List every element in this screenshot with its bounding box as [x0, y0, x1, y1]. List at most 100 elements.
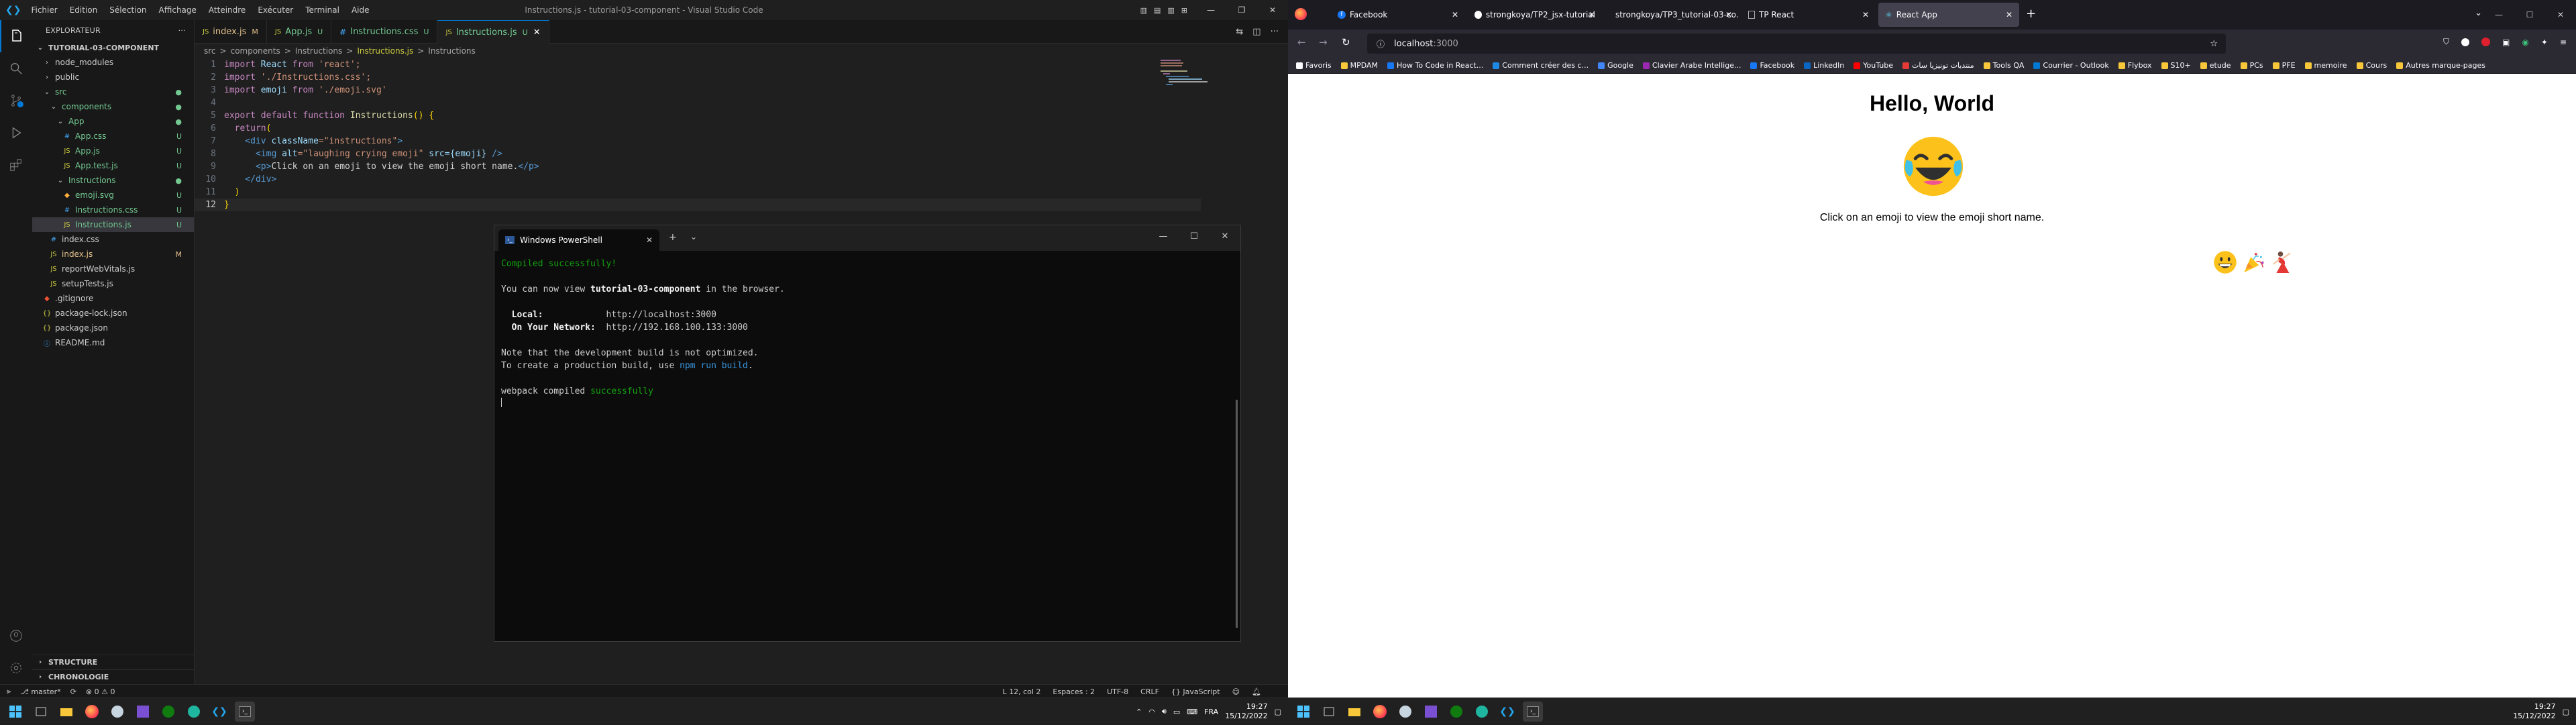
- clock[interactable]: 19:27 15/12/2022: [1225, 702, 1267, 721]
- bookmark-item[interactable]: منتديات تونيزيا سات: [1902, 61, 1974, 70]
- bookmark-item[interactable]: Courrier - Outlook: [2033, 61, 2109, 70]
- close-tab-icon[interactable]: ✕: [1862, 10, 1869, 19]
- indentation[interactable]: Espaces : 2: [1053, 687, 1095, 696]
- file-explorer-icon[interactable]: [56, 702, 76, 722]
- windows-start-icon[interactable]: [1293, 702, 1313, 722]
- list-all-tabs-icon[interactable]: ⌄: [2475, 8, 2482, 18]
- bookmark-item[interactable]: MPDAM: [1340, 61, 1378, 70]
- split-editor-icon[interactable]: ◫: [1252, 27, 1260, 37]
- run-debug-icon[interactable]: [0, 117, 32, 149]
- breadcrumb-symbol[interactable]: Instructions: [428, 46, 475, 56]
- tree-item[interactable]: JS App.js U: [32, 144, 194, 158]
- search-icon[interactable]: [0, 52, 32, 85]
- terminal-taskbar-icon[interactable]: ›_: [235, 702, 255, 722]
- more-actions-icon[interactable]: ···: [1271, 27, 1279, 37]
- bookmark-item[interactable]: PCs: [2240, 61, 2263, 70]
- source-control-icon[interactable]: [0, 85, 32, 117]
- end-of-line[interactable]: CRLF: [1140, 687, 1159, 696]
- tree-item[interactable]: ◆ emoji.svg U: [32, 188, 194, 203]
- visual-studio-icon[interactable]: [133, 702, 153, 722]
- tree-item[interactable]: {} package-lock.json: [32, 306, 194, 321]
- firefox-view-icon[interactable]: [1295, 8, 1307, 20]
- tree-item[interactable]: JS index.js M: [32, 247, 194, 262]
- code-editor[interactable]: 1 import React from 'react'; 2 import './I…: [195, 58, 1201, 211]
- tree-item[interactable]: › public: [32, 70, 194, 85]
- layout-customize-icon[interactable]: ⊞: [1181, 6, 1187, 15]
- feedback-icon[interactable]: ☺: [1232, 687, 1240, 696]
- tree-item[interactable]: # index.css: [32, 232, 194, 247]
- encoding[interactable]: UTF-8: [1107, 687, 1128, 696]
- terminal-taskbar-icon[interactable]: ›_: [1523, 702, 1543, 722]
- branch-indicator[interactable]: ⎇ master*: [20, 687, 60, 696]
- edge-icon[interactable]: [1472, 702, 1492, 722]
- close-tab-icon[interactable]: ✕: [1589, 10, 1595, 19]
- local-url[interactable]: http://localhost:3000: [606, 310, 716, 320]
- menu-fichier[interactable]: Fichier: [25, 5, 63, 15]
- tree-item[interactable]: JS Instructions.js U: [32, 217, 194, 232]
- bookmark-item[interactable]: Autres marque-pages: [2396, 61, 2485, 70]
- extensions-icon[interactable]: [0, 149, 32, 181]
- volume-icon[interactable]: 🔊︎: [1162, 707, 1167, 716]
- input-language[interactable]: FRA: [1204, 708, 1218, 716]
- minimize-button[interactable]: —: [1195, 0, 1226, 20]
- xbox-icon[interactable]: [1446, 702, 1466, 722]
- bookmark-item[interactable]: Clavier Arabe Intellige...: [1642, 61, 1741, 70]
- tree-item[interactable]: ⌄ src ●: [32, 85, 194, 99]
- language-mode[interactable]: {} JavaScript: [1171, 687, 1220, 696]
- bookmark-item[interactable]: Flybox: [2118, 61, 2152, 70]
- forward-arrow-icon[interactable]: →: [1319, 36, 1328, 48]
- tab-facebook[interactable]: f Facebook ✕: [1331, 3, 1465, 27]
- steam-icon[interactable]: [1395, 702, 1415, 722]
- layout-secondary-icon[interactable]: ▥: [1167, 6, 1174, 15]
- new-tab-icon[interactable]: +: [2026, 7, 2036, 21]
- close-tab-icon[interactable]: ✕: [2006, 10, 2012, 19]
- bookmark-item[interactable]: Google: [1598, 61, 1633, 70]
- tree-item[interactable]: # Instructions.css U: [32, 203, 194, 217]
- close-button[interactable]: ✕: [1210, 225, 1240, 247]
- tab-github-tp2[interactable]: strongkoya/TP2_jsx-tutorial ✕: [1468, 3, 1602, 27]
- menu-aide[interactable]: Aide: [345, 5, 376, 15]
- edge-icon[interactable]: [184, 702, 204, 722]
- vscode-taskbar-icon[interactable]: ❮❯: [1497, 702, 1517, 722]
- maximize-button[interactable]: ☐: [1179, 225, 1210, 247]
- close-tab-icon[interactable]: ✕: [1725, 10, 1732, 19]
- menu-executer[interactable]: Exécuter: [252, 5, 299, 15]
- new-tab-icon[interactable]: +: [669, 232, 677, 243]
- close-button[interactable]: ✕: [1257, 0, 1288, 20]
- bookmark-item[interactable]: Tools QA: [1983, 61, 2024, 70]
- problems-indicator[interactable]: ⊗ 0 ⚠ 0: [86, 687, 115, 696]
- notifications-icon[interactable]: ▢: [2563, 708, 2569, 716]
- layout-sidebar-icon[interactable]: ▥: [1140, 6, 1147, 15]
- woman-dancing-emoji[interactable]: [2269, 249, 2294, 275]
- firefox-icon[interactable]: [82, 702, 102, 722]
- tab-github-tp3[interactable]: strongkoya/TP3_tutorial-03-co... ✕: [1605, 3, 1739, 27]
- close-tab-icon[interactable]: ✕: [533, 27, 541, 38]
- maximize-button[interactable]: ❐: [1226, 0, 1257, 20]
- tab-react-app[interactable]: ⚛ React App ✕: [1878, 3, 2019, 27]
- steam-icon[interactable]: [107, 702, 127, 722]
- bookmark-item[interactable]: etude: [2200, 61, 2231, 70]
- notifications-icon[interactable]: ▢: [1275, 708, 1281, 716]
- tree-item[interactable]: ⌄ App ●: [32, 114, 194, 129]
- vscode-taskbar-icon[interactable]: ❮❯: [209, 702, 229, 722]
- breadcrumb-components[interactable]: components: [231, 46, 280, 56]
- remote-icon[interactable]: ⫸: [7, 687, 11, 696]
- menu-terminal[interactable]: Terminal: [299, 5, 345, 15]
- extensions-icon[interactable]: ✦: [2541, 38, 2548, 47]
- chevron-down-icon[interactable]: ⌄: [690, 232, 697, 241]
- tree-item[interactable]: › node_modules: [32, 55, 194, 70]
- menu-selection[interactable]: Sélection: [103, 5, 152, 15]
- reload-icon[interactable]: ↻: [1342, 36, 1350, 48]
- adblock-icon[interactable]: [2481, 38, 2491, 46]
- visual-studio-icon[interactable]: [1421, 702, 1441, 722]
- bookmark-item[interactable]: Favoris: [1296, 61, 1332, 70]
- breadcrumb-instructions-folder[interactable]: Instructions: [295, 46, 342, 56]
- extension-icon[interactable]: ◉: [2522, 38, 2528, 47]
- close-tab-icon[interactable]: ✕: [646, 235, 653, 245]
- tree-item[interactable]: JS reportWebVitals.js: [32, 262, 194, 276]
- keyboard-icon[interactable]: ⌨: [1187, 708, 1197, 716]
- structure-section[interactable]: › STRUCTURE: [32, 655, 194, 669]
- tab-instructions-js[interactable]: JS Instructions.js U ✕: [437, 20, 549, 44]
- account-icon[interactable]: [0, 620, 32, 652]
- cursor-position[interactable]: L 12, col 2: [1002, 687, 1040, 696]
